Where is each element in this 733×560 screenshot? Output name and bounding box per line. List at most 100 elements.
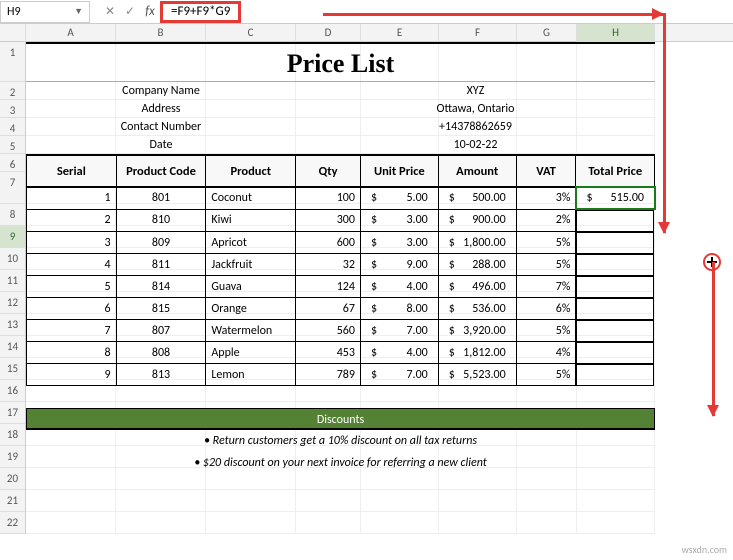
- col-header[interactable]: D: [296, 24, 361, 42]
- table-cell[interactable]: $4.00: [360, 342, 438, 364]
- row-header[interactable]: 13: [0, 314, 26, 336]
- row-header[interactable]: 15: [0, 358, 26, 380]
- table-cell[interactable]: Apricot: [206, 232, 296, 254]
- table-cell[interactable]: 5: [27, 276, 117, 298]
- row-header[interactable]: 6: [0, 154, 26, 172]
- row-header[interactable]: 7: [0, 172, 26, 204]
- table-cell[interactable]: 3: [27, 232, 117, 254]
- table-cell[interactable]: 453: [296, 342, 361, 364]
- col-header[interactable]: H: [577, 24, 655, 42]
- table-cell[interactable]: $1,812.00: [438, 342, 516, 364]
- col-header[interactable]: C: [206, 24, 296, 42]
- grid-cell[interactable]: [577, 512, 655, 534]
- table-cell[interactable]: 100: [296, 187, 361, 209]
- grid-cell[interactable]: [517, 512, 577, 534]
- table-cell[interactable]: Guava: [206, 276, 296, 298]
- grid-cell[interactable]: [116, 512, 206, 534]
- row-header[interactable]: 12: [0, 292, 26, 314]
- table-cell[interactable]: [576, 254, 654, 276]
- table-cell[interactable]: 811: [116, 254, 206, 276]
- table-cell[interactable]: [576, 364, 654, 386]
- row-header[interactable]: 19: [0, 446, 26, 468]
- table-cell[interactable]: 5%: [516, 254, 576, 276]
- row-header[interactable]: 8: [0, 204, 26, 226]
- table-cell[interactable]: $536.00: [438, 298, 516, 320]
- row-header[interactable]: 17: [0, 402, 26, 424]
- table-cell[interactable]: $3.00: [360, 232, 438, 254]
- grid-cell[interactable]: [296, 490, 361, 512]
- table-cell[interactable]: $900.00: [438, 209, 516, 232]
- grid-cell[interactable]: [206, 490, 296, 512]
- table-cell[interactable]: 9: [27, 364, 117, 386]
- row-header[interactable]: 5: [0, 136, 26, 154]
- table-cell[interactable]: 6: [27, 298, 117, 320]
- row-header[interactable]: 16: [0, 380, 26, 402]
- table-cell[interactable]: $8.00: [360, 298, 438, 320]
- table-cell[interactable]: $3.00: [360, 209, 438, 232]
- table-cell[interactable]: 5%: [516, 320, 576, 342]
- table-cell[interactable]: $496.00: [438, 276, 516, 298]
- table-cell[interactable]: Apple: [206, 342, 296, 364]
- grid-cell[interactable]: [116, 490, 206, 512]
- table-cell[interactable]: 6%: [516, 298, 576, 320]
- table-cell[interactable]: [576, 298, 654, 320]
- table-cell[interactable]: 813: [116, 364, 206, 386]
- table-cell[interactable]: $288.00: [438, 254, 516, 276]
- table-cell[interactable]: [576, 210, 654, 232]
- table-cell[interactable]: 7: [27, 320, 117, 342]
- table-cell[interactable]: 814: [116, 276, 206, 298]
- table-cell[interactable]: $9.00: [360, 254, 438, 276]
- row-header[interactable]: 22: [0, 512, 26, 534]
- table-cell[interactable]: $5,523.00: [438, 364, 516, 386]
- table-cell[interactable]: 67: [296, 298, 361, 320]
- chevron-down-icon[interactable]: ▼: [74, 6, 83, 17]
- table-cell[interactable]: 2%: [516, 209, 576, 232]
- table-cell[interactable]: 4%: [516, 342, 576, 364]
- table-cell[interactable]: 7%: [516, 276, 576, 298]
- check-icon[interactable]: ✓: [120, 2, 140, 22]
- table-cell[interactable]: $515.00: [576, 187, 655, 209]
- table-cell[interactable]: Orange: [206, 298, 296, 320]
- grid-cell[interactable]: [361, 512, 439, 534]
- table-cell[interactable]: 32: [296, 254, 361, 276]
- grid-cell[interactable]: [439, 490, 517, 512]
- table-cell[interactable]: Kiwi: [206, 209, 296, 232]
- row-header[interactable]: 11: [0, 270, 26, 292]
- table-cell[interactable]: 810: [116, 209, 206, 232]
- table-cell[interactable]: 2: [27, 209, 117, 232]
- table-cell[interactable]: $5.00: [360, 187, 438, 209]
- table-cell[interactable]: 789: [296, 364, 361, 386]
- row-header[interactable]: 3: [0, 100, 26, 118]
- table-cell[interactable]: Lemon: [206, 364, 296, 386]
- table-cell[interactable]: [576, 342, 654, 364]
- table-cell[interactable]: $1,800.00: [438, 232, 516, 254]
- table-cell[interactable]: 808: [116, 342, 206, 364]
- grid-cell[interactable]: [26, 490, 116, 512]
- grid-cell[interactable]: [577, 490, 655, 512]
- table-cell[interactable]: 124: [296, 276, 361, 298]
- table-cell[interactable]: 1: [27, 187, 117, 209]
- col-header[interactable]: B: [116, 24, 206, 42]
- table-cell[interactable]: [576, 276, 654, 298]
- table-cell[interactable]: 5%: [516, 232, 576, 254]
- table-cell[interactable]: 3%: [516, 187, 576, 209]
- col-header[interactable]: F: [439, 24, 517, 42]
- grid-cell[interactable]: [26, 512, 116, 534]
- table-cell[interactable]: 801: [116, 187, 206, 209]
- table-cell[interactable]: 815: [116, 298, 206, 320]
- select-all-corner[interactable]: [0, 24, 26, 42]
- table-cell[interactable]: 600: [296, 232, 361, 254]
- col-header[interactable]: A: [26, 24, 116, 42]
- table-cell[interactable]: 4: [27, 254, 117, 276]
- fx-icon[interactable]: fx: [140, 2, 160, 22]
- table-cell[interactable]: $4.00: [360, 276, 438, 298]
- row-header[interactable]: 1: [0, 42, 26, 82]
- row-header[interactable]: 4: [0, 118, 26, 136]
- table-cell[interactable]: 809: [116, 232, 206, 254]
- table-cell[interactable]: 5%: [516, 364, 576, 386]
- table-cell[interactable]: 807: [116, 320, 206, 342]
- row-header[interactable]: 18: [0, 424, 26, 446]
- row-header[interactable]: 2: [0, 82, 26, 100]
- table-cell[interactable]: Jackfruit: [206, 254, 296, 276]
- table-cell[interactable]: $500.00: [438, 187, 516, 209]
